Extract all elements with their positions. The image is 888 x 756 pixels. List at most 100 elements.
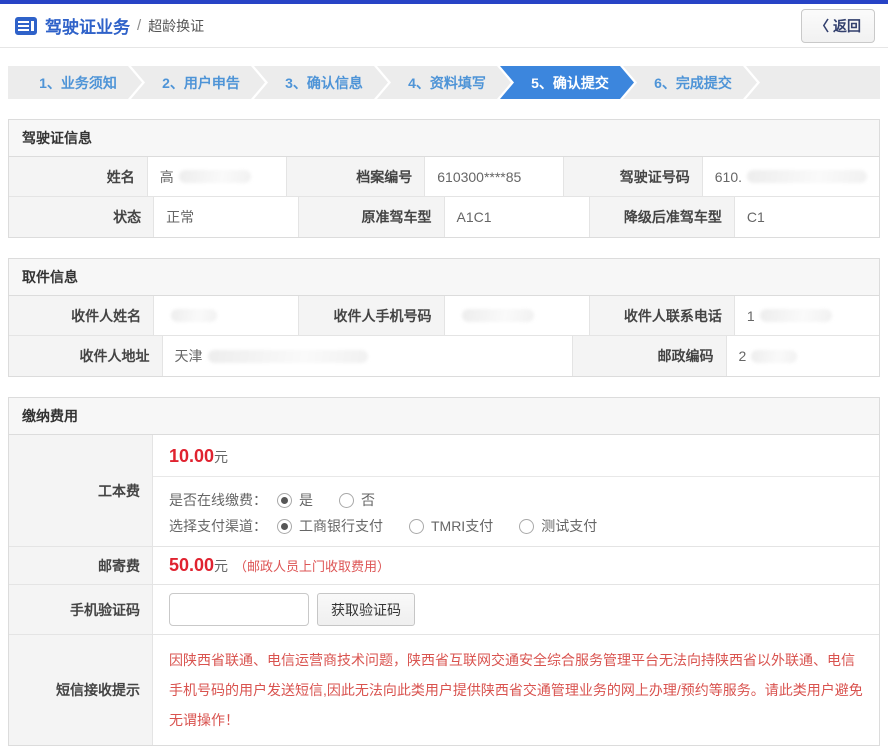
document-list-icon [15, 17, 37, 35]
value-file-no: 610300****85 [425, 157, 564, 196]
back-label: 返回 [833, 18, 861, 34]
label-license-no: 驾驶证号码 [564, 157, 703, 196]
page-title: 驾驶证业务 [45, 13, 130, 38]
post-fee-unit: 元 [214, 556, 228, 576]
step-2-declaration[interactable]: 2、用户申告 [131, 66, 265, 99]
value-recipient-name [154, 296, 299, 335]
radio-channel-icbc[interactable]: 工商银行支付 [277, 516, 383, 536]
radio-unselected-icon [339, 493, 354, 508]
sms-tip-row: 短信接收提示 因陕西省联通、电信运营商技术问题，陕西省互联网交通安全综合服务管理… [9, 635, 879, 745]
value-recipient-phone: 1 [735, 296, 879, 335]
step-5-confirm-submit[interactable]: 5、确认提交 [500, 66, 634, 99]
pickup-info-section: 取件信息 收件人姓名 收件人手机号码 收件人联系电话 1 收件人地址 天津 邮政… [8, 258, 880, 377]
page-header: 驾驶证业务 / 超龄换证 〈返回 [0, 4, 888, 48]
redacted-value [751, 350, 797, 363]
sms-code-row: 手机验证码 获取验证码 [9, 585, 879, 635]
work-fee-amount: 10.00 [169, 446, 214, 467]
license-info-section: 驾驶证信息 姓名 高 档案编号 610300****85 驾驶证号码 610. … [8, 119, 880, 238]
back-button[interactable]: 〈返回 [801, 9, 875, 43]
post-fee-note: （邮政人员上门收取费用） [234, 556, 390, 575]
label-work-fee: 工本费 [9, 435, 153, 546]
label-recipient-address: 收件人地址 [9, 336, 163, 376]
redacted-value [760, 309, 832, 322]
step-label: 6、完成提交 [654, 73, 732, 93]
step-1-notice[interactable]: 1、业务须知 [8, 66, 142, 99]
value-recipient-mobile [445, 296, 590, 335]
pay-online-question: 是否在线缴费： [169, 490, 267, 510]
step-label: 3、确认信息 [285, 73, 363, 93]
sms-code-input[interactable] [169, 593, 309, 626]
section-title-fees: 缴纳费用 [9, 398, 879, 435]
table-row: 状态 正常 原准驾车型 A1C1 降级后准驾车型 C1 [9, 197, 879, 237]
pay-online-line: 是否在线缴费： 是 否 [169, 490, 863, 510]
section-title-license: 驾驶证信息 [9, 120, 879, 157]
section-title-pickup: 取件信息 [9, 259, 879, 296]
post-fee-content: 50.00 元 （邮政人员上门收取费用） [153, 547, 879, 584]
step-label: 5、确认提交 [531, 73, 609, 93]
step-tabs: 1、业务须知 2、用户申告 3、确认信息 4、资料填写 5、确认提交 6、完成提… [8, 66, 880, 99]
label-file-no: 档案编号 [287, 157, 426, 196]
radio-selected-icon [277, 519, 292, 534]
radio-selected-icon [277, 493, 292, 508]
post-fee-amount: 50.00 [169, 555, 214, 576]
step-bar-filler [746, 66, 880, 99]
label-recipient-phone: 收件人联系电话 [590, 296, 735, 335]
radio-label: TMRI支付 [431, 516, 493, 536]
back-chevron-icon: 〈 [815, 18, 829, 34]
value-license-no: 610. [703, 157, 879, 196]
label-sms-tip: 短信接收提示 [9, 635, 153, 745]
step-label: 2、用户申告 [162, 73, 240, 93]
value-name: 高 [148, 157, 287, 196]
radio-label: 测试支付 [541, 516, 597, 536]
step-6-done[interactable]: 6、完成提交 [623, 66, 757, 99]
radio-label: 是 [299, 490, 313, 510]
work-fee-amount-line: 10.00 元 [153, 435, 879, 476]
label-down-class: 降级后准驾车型 [590, 197, 735, 237]
step-label: 1、业务须知 [39, 73, 117, 93]
table-row: 收件人地址 天津 邮政编码 2 [9, 336, 879, 376]
radio-channel-tmri[interactable]: TMRI支付 [409, 516, 493, 536]
step-4-fill-data[interactable]: 4、资料填写 [377, 66, 511, 99]
value-postal-code: 2 [727, 336, 880, 376]
table-row: 姓名 高 档案编号 610300****85 驾驶证号码 610. [9, 157, 879, 197]
value-orig-class: A1C1 [445, 197, 590, 237]
label-recipient-mobile: 收件人手机号码 [299, 296, 444, 335]
label-post-fee: 邮寄费 [9, 547, 153, 584]
payment-options-block: 是否在线缴费： 是 否 选择支付渠道： 工商银行支付 TMRI支付 测试支付 [153, 476, 879, 546]
redacted-value [171, 309, 217, 322]
work-fee-unit: 元 [214, 447, 228, 467]
redacted-value [747, 170, 867, 183]
pay-channel-question: 选择支付渠道： [169, 516, 267, 536]
radio-label: 否 [361, 490, 375, 510]
label-postal-code: 邮政编码 [573, 336, 727, 376]
post-fee-row: 邮寄费 50.00 元 （邮政人员上门收取费用） [9, 547, 879, 585]
label-name: 姓名 [9, 157, 148, 196]
step-3-confirm-info[interactable]: 3、确认信息 [254, 66, 388, 99]
sms-tip-content: 因陕西省联通、电信运营商技术问题，陕西省互联网交通安全综合服务管理平台无法向持陕… [153, 635, 879, 745]
work-fee-content: 10.00 元 是否在线缴费： 是 否 选择支付渠道： 工商银行支付 TMRI支… [153, 435, 879, 546]
label-status: 状态 [9, 197, 154, 237]
radio-pay-online-no[interactable]: 否 [339, 490, 375, 510]
radio-channel-test[interactable]: 测试支付 [519, 516, 597, 536]
sms-code-content: 获取验证码 [153, 585, 879, 634]
radio-label: 工商银行支付 [299, 516, 383, 536]
breadcrumb-separator: / [137, 17, 141, 34]
value-recipient-address: 天津 [163, 336, 574, 376]
table-row: 收件人姓名 收件人手机号码 收件人联系电话 1 [9, 296, 879, 336]
fees-section: 缴纳费用 工本费 10.00 元 是否在线缴费： 是 否 选择支付渠道： 工商银… [8, 397, 880, 746]
step-label: 4、资料填写 [408, 73, 486, 93]
redacted-value [208, 350, 368, 363]
redacted-value [179, 170, 251, 183]
value-status: 正常 [154, 197, 299, 237]
radio-pay-online-yes[interactable]: 是 [277, 490, 313, 510]
breadcrumb-current: 超龄换证 [148, 16, 204, 36]
value-down-class: C1 [735, 197, 879, 237]
redacted-value [462, 309, 534, 322]
label-sms-code: 手机验证码 [9, 585, 153, 634]
radio-unselected-icon [409, 519, 424, 534]
label-recipient-name: 收件人姓名 [9, 296, 154, 335]
pay-channel-line: 选择支付渠道： 工商银行支付 TMRI支付 测试支付 [169, 516, 863, 536]
work-fee-row: 工本费 10.00 元 是否在线缴费： 是 否 选择支付渠道： 工商银行支付 T… [9, 435, 879, 547]
get-sms-code-button[interactable]: 获取验证码 [317, 593, 415, 626]
radio-unselected-icon [519, 519, 534, 534]
